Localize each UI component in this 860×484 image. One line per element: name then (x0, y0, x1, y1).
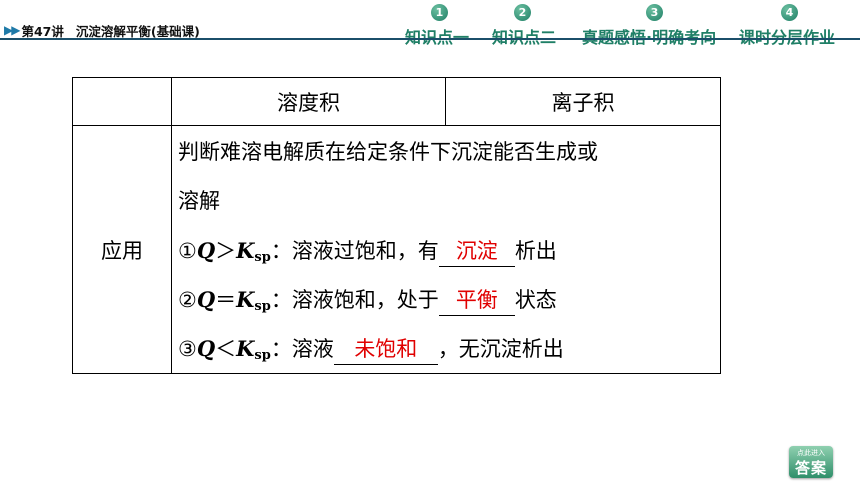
comparison-operator: ＞ (215, 239, 237, 263)
nav-label-4: 课时分层作业 (739, 24, 835, 48)
lesson-topic: 沉淀溶解平衡(基础课) (75, 23, 200, 39)
k-subscript: sp (254, 299, 271, 314)
top-bar: ▶▶ 第47讲 沉淀溶解平衡(基础课) 1 知识点一 2 知识点二 3 真题感悟… (0, 0, 860, 48)
header-blank-cell (72, 77, 172, 126)
k-symbol: K (236, 287, 255, 312)
nav-badge-3: 3 (646, 4, 663, 21)
rule-number: ③ (178, 337, 197, 361)
nav-label-2: 知识点二 (492, 24, 556, 48)
nav-badge-4: 4 (781, 4, 798, 21)
rule-text-after: 状态 (514, 288, 557, 312)
table-header-row: 溶度积 离子积 (72, 77, 721, 126)
header-solubility-product: 溶度积 (171, 77, 446, 126)
rule-text-before: ：溶液 (270, 337, 334, 361)
k-symbol: K (236, 238, 255, 263)
rule-text-before: ：溶液过饱和，有 (270, 239, 439, 263)
nav-badge-2: 2 (514, 4, 531, 21)
rule-number: ① (178, 239, 197, 263)
q-symbol: Q (196, 238, 216, 263)
k-symbol: K (236, 336, 255, 361)
nav-badge-1: 1 (431, 4, 448, 21)
rule-text-before: ：溶液饱和，处于 (270, 288, 439, 312)
rule-line-3: ③Q＜Ksp：溶液 未饱和 ，无沉淀析出 (178, 324, 714, 373)
answer-blank: 沉淀 (438, 236, 515, 267)
content-line-1: 判断难溶电解质在给定条件下沉淀能否生成或 (178, 140, 598, 164)
rule-text-after: ，无沉淀析出 (437, 337, 564, 361)
q-symbol: Q (196, 287, 216, 312)
row-label-application: 应用 (72, 125, 172, 374)
lesson-number: 第47讲 (21, 23, 64, 39)
table-row-application: 应用 判断难溶电解质在给定条件下沉淀能否生成或 溶解 ①Q＞Ksp：溶液过饱和，… (72, 125, 721, 374)
nav-label-3: 真题感悟·明确考向 (582, 24, 716, 48)
comparison-operator: ＜ (215, 337, 237, 361)
lesson-title: ▶▶ 第47讲 沉淀溶解平衡(基础课) (4, 22, 200, 39)
k-subscript: sp (254, 348, 271, 363)
double-arrow-icon: ▶▶ (4, 23, 21, 37)
rule-line-2: ②Q＝Ksp：溶液饱和，处于 平衡 状态 (178, 275, 714, 324)
k-subscript: sp (254, 250, 271, 265)
nav-label-1: 知识点一 (405, 24, 469, 48)
rule-line-1: ①Q＞Ksp：溶液过饱和，有 沉淀 析出 (178, 226, 714, 275)
comparison-operator: ＝ (215, 288, 237, 312)
rule-number: ② (178, 288, 197, 312)
content-line-2: 溶解 (178, 189, 220, 213)
header-ion-product: 离子积 (445, 77, 721, 126)
rule-text-after: 析出 (514, 239, 557, 263)
application-content: 判断难溶电解质在给定条件下沉淀能否生成或 溶解 ①Q＞Ksp：溶液过饱和，有 沉淀… (171, 125, 721, 374)
answer-blank: 未饱和 (333, 334, 438, 365)
show-answer-button[interactable]: 点此进入 答案 (789, 446, 833, 478)
comparison-table: 溶度积 离子积 应用 判断难溶电解质在给定条件下沉淀能否生成或 溶解 ①Q＞Ks… (72, 77, 721, 374)
header-divider (0, 38, 860, 40)
answer-button-label: 答案 (794, 459, 827, 477)
q-symbol: Q (196, 336, 216, 361)
answer-blank: 平衡 (438, 285, 515, 316)
